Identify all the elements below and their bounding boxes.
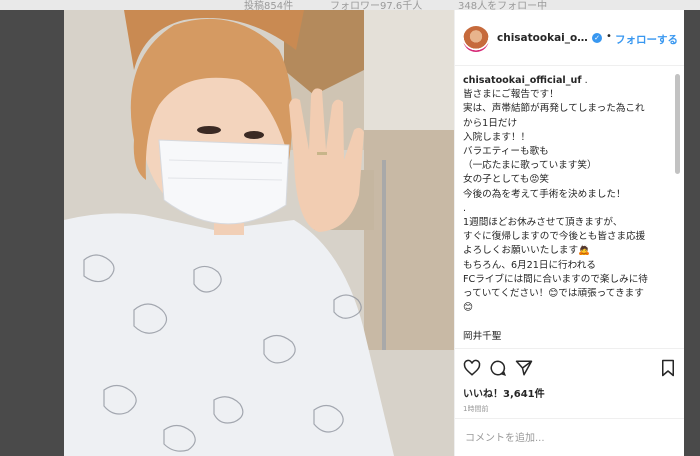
post-caption: chisatookai_official_uf . 皆さまにご報告です！ 実は、声… bbox=[463, 74, 663, 344]
caption-line: . bbox=[463, 202, 467, 214]
caption-line: から1日だけ bbox=[463, 117, 518, 129]
caption-username-suffix: . bbox=[584, 75, 588, 86]
comment-bar bbox=[455, 418, 684, 456]
caption-scrollbar[interactable] bbox=[675, 74, 680, 174]
caption-line: よろしくお願いいたします🙇 bbox=[463, 245, 591, 257]
likes-count[interactable]: いいね！3,641件 bbox=[463, 385, 545, 400]
caption-lines: 皆さまにご報告です！ 実は、声帯結節が再発してしまった為これ から1日だけ入院します… bbox=[463, 88, 663, 344]
caption-line: 女の子としても😡笑 bbox=[463, 174, 549, 186]
post-sidebar: chisatookai_official_uf ✓ • フォローする chisa… bbox=[454, 10, 684, 456]
avatar[interactable] bbox=[463, 26, 489, 52]
bookmark-icon[interactable] bbox=[659, 359, 677, 377]
caption-line: 😊 bbox=[463, 302, 474, 314]
post-actions: いいね！3,641件 1時間前 bbox=[455, 348, 684, 418]
caption-line: 1週間ほどお休みさせて頂きますが、 bbox=[463, 217, 623, 229]
verified-badge-icon: ✓ bbox=[592, 33, 602, 43]
post-timestamp: 1時間前 bbox=[463, 405, 489, 413]
caption-line: 皆さまにご報告です！ bbox=[463, 89, 559, 101]
comment-icon[interactable] bbox=[489, 359, 507, 377]
caption-line: バラエティーも歌も bbox=[463, 146, 549, 158]
comment-input[interactable] bbox=[463, 428, 667, 448]
caption-line: すぐに復帰しますので今後とも皆さま応援 bbox=[463, 231, 646, 243]
caption-line: 岡井千聖 bbox=[463, 330, 502, 342]
share-icon[interactable] bbox=[515, 359, 533, 377]
post-photo[interactable] bbox=[64, 10, 454, 456]
caption-username[interactable]: chisatookai_official_uf bbox=[463, 75, 582, 86]
caption-line: 今後の為を考えて手術を決めました！ bbox=[463, 188, 626, 200]
separator-dot: • bbox=[606, 31, 612, 42]
heart-icon[interactable] bbox=[463, 359, 481, 377]
caption-line: 入院します！！ bbox=[463, 131, 531, 143]
caption-line bbox=[463, 315, 663, 329]
profile-stats-bar: 投稿854件 フォロワー97.6千人 348人をフォロー中 bbox=[0, 0, 700, 12]
caption-line: もちろん、6月21日に行われる bbox=[463, 259, 596, 271]
post-header: chisatookai_official_uf ✓ • フォローする bbox=[455, 10, 684, 66]
follow-button[interactable]: フォローする bbox=[615, 32, 678, 47]
caption-line: （一応たまに歌っています笑） bbox=[463, 160, 597, 172]
post-modal: chisatookai_official_uf ✓ • フォローする chisa… bbox=[64, 10, 684, 456]
caption-line: っていてください！😊では頑張ってきます bbox=[463, 288, 644, 300]
caption-line: FCライブには間に合いますので楽しみに待 bbox=[463, 273, 648, 285]
post-photo-image bbox=[64, 10, 454, 456]
username-link[interactable]: chisatookai_official_uf bbox=[497, 32, 589, 44]
caption-line: 実は、声帯結節が再発してしまった為これ bbox=[463, 103, 645, 115]
